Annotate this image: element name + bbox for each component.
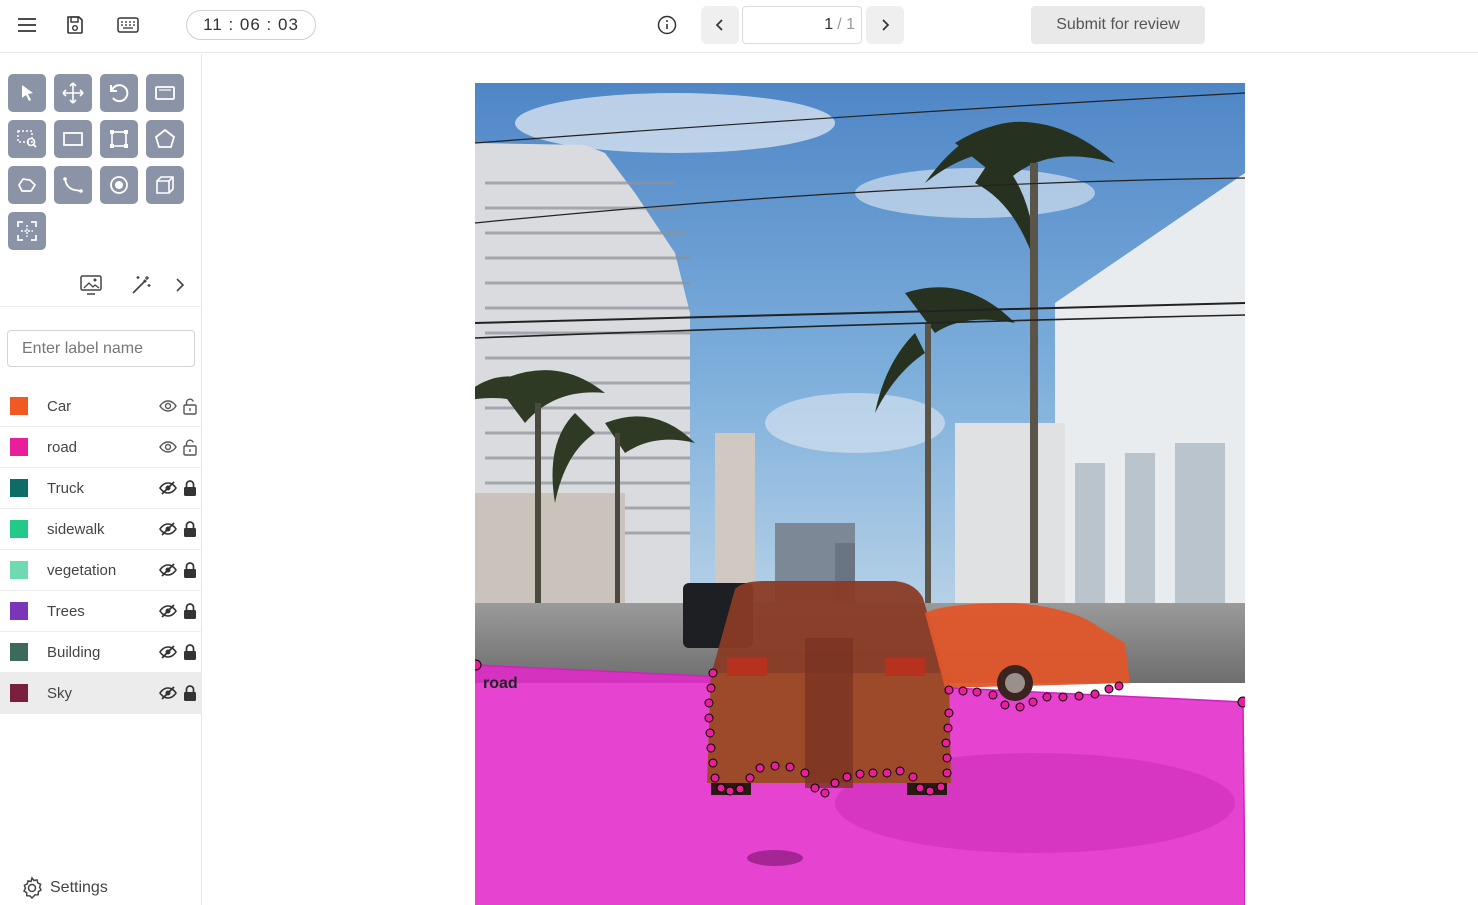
keyboard-icon[interactable] (111, 10, 145, 40)
move-tool-button[interactable] (54, 74, 92, 112)
freehand-polygon-tool-button[interactable] (8, 166, 46, 204)
label-name: Building (47, 643, 101, 661)
label-name: Sky (47, 684, 73, 702)
label-color-swatch (10, 602, 28, 620)
annotation-overlay (475, 581, 1245, 905)
settings-button[interactable]: Settings (20, 876, 108, 900)
label-item-sky[interactable]: Sky (0, 673, 202, 714)
rectangle-tool-button[interactable] (54, 120, 92, 158)
polyline-tool-button[interactable] (54, 166, 92, 204)
cursor-icon (22, 85, 33, 101)
cuboid-icon (156, 176, 174, 194)
group-icon (17, 221, 37, 241)
divider (0, 306, 202, 307)
label-item-vegetation[interactable]: vegetation (0, 550, 202, 591)
label-item-sidewalk[interactable]: sidewalk (0, 509, 202, 550)
chevron-right-icon (882, 19, 890, 31)
label-color-swatch (10, 438, 28, 456)
label-item-road[interactable]: road (0, 427, 202, 468)
eye-off-icon[interactable] (159, 561, 177, 579)
polygon-tool-button[interactable] (146, 120, 184, 158)
menu-icon[interactable] (10, 10, 44, 40)
rotate-tool-button[interactable] (100, 74, 138, 112)
label-color-swatch (10, 520, 28, 538)
label-color-swatch (10, 561, 28, 579)
eye-icon[interactable] (159, 397, 177, 415)
top-toolbar: 11 : 06 : 03 1 / 1 Submit for review (0, 0, 1478, 53)
label-item-building[interactable]: Building (0, 632, 202, 673)
page-total: / 1 (837, 16, 855, 33)
expand-panel-icon[interactable] (167, 272, 193, 298)
zoom-region-tool-button[interactable] (8, 120, 46, 158)
select-tool-button[interactable] (8, 74, 46, 112)
label-color-swatch (10, 397, 28, 415)
label-color-swatch (10, 684, 28, 702)
sidebar: Car road Truck sidewalk vegetation Trees Build… (0, 54, 202, 905)
image-settings-icon[interactable] (78, 272, 104, 298)
lock-icon[interactable] (182, 643, 198, 661)
point-icon (110, 176, 128, 194)
bounding-box-icon (110, 130, 128, 148)
lock-icon[interactable] (182, 479, 198, 497)
previous-page-button[interactable] (701, 6, 739, 44)
annotation-canvas[interactable]: road (475, 83, 1245, 905)
settings-label: Settings (50, 879, 108, 896)
label-name: sidewalk (47, 520, 105, 538)
label-name: Truck (47, 479, 84, 497)
group-tool-button[interactable] (8, 212, 46, 250)
info-icon[interactable] (650, 10, 684, 40)
move-icon (62, 82, 84, 104)
lock-icon[interactable] (182, 520, 198, 538)
next-page-button[interactable] (866, 6, 904, 44)
magic-wand-icon[interactable] (128, 272, 154, 298)
label-name: road (47, 438, 78, 456)
zoom-region-icon (17, 130, 37, 148)
fit-tool-button[interactable] (146, 74, 184, 112)
label-name: Trees (47, 602, 85, 620)
eye-off-icon[interactable] (159, 602, 177, 620)
lock-icon[interactable] (182, 561, 198, 579)
polyline-icon (63, 177, 83, 193)
label-item-car[interactable]: Car (0, 386, 202, 427)
label-color-swatch (10, 479, 28, 497)
cuboid-tool-button[interactable] (146, 166, 184, 204)
label-item-trees[interactable]: Trees (0, 591, 202, 632)
label-name: vegetation (47, 561, 117, 579)
page-number-input[interactable]: 1 / 1 (742, 6, 862, 44)
label-search-input[interactable] (7, 330, 195, 367)
eye-off-icon[interactable] (159, 520, 177, 538)
gear-icon (23, 876, 42, 900)
eye-icon[interactable] (159, 438, 177, 456)
chevron-left-icon (715, 19, 723, 31)
frame-icon (155, 86, 175, 100)
point-tool-button[interactable] (100, 166, 138, 204)
submit-for-review-button[interactable]: Submit for review (1031, 6, 1205, 44)
lock-icon[interactable] (182, 684, 198, 702)
label-color-swatch (10, 643, 28, 661)
bounding-box-tool-button[interactable] (100, 120, 138, 158)
eye-off-icon[interactable] (159, 479, 177, 497)
lock-icon[interactable] (182, 602, 198, 620)
unlock-icon[interactable] (182, 397, 198, 415)
eye-off-icon[interactable] (159, 643, 177, 661)
save-icon[interactable] (58, 10, 92, 40)
timer: 11 : 06 : 03 (186, 10, 316, 40)
label-item-truck[interactable]: Truck (0, 468, 202, 509)
freehand-polygon-icon (18, 178, 37, 192)
rotate-icon (110, 84, 129, 103)
road-annotation-label: road (483, 675, 518, 692)
unlock-icon[interactable] (182, 438, 198, 456)
page-current: 1 (824, 16, 834, 33)
polygon-icon (154, 128, 176, 148)
eye-off-icon[interactable] (159, 684, 177, 702)
rectangle-icon (63, 132, 83, 146)
label-name: Car (47, 397, 72, 415)
